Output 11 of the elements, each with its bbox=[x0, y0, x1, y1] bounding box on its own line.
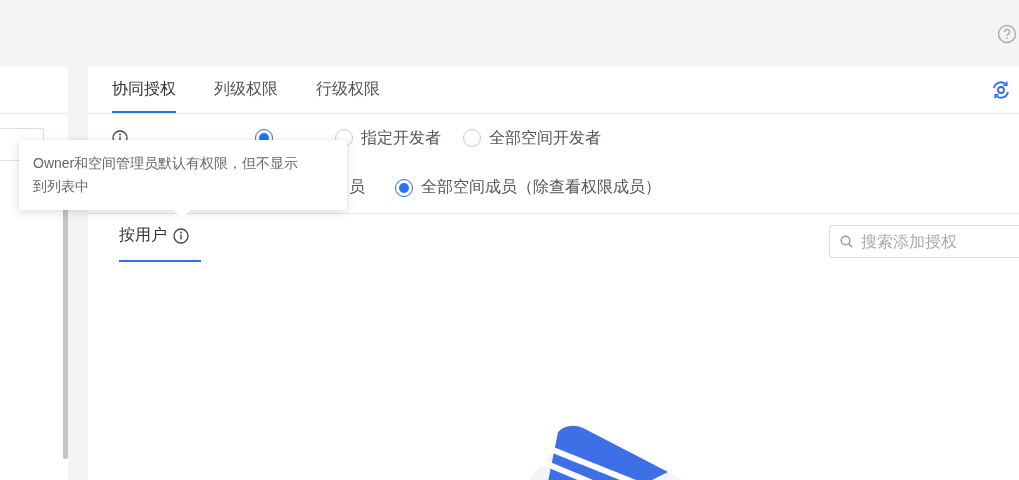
info-icon bbox=[173, 227, 189, 244]
tab[interactable]: 协同授权 bbox=[112, 67, 176, 113]
tab[interactable]: 按用户 bbox=[119, 225, 201, 262]
search-icon bbox=[840, 235, 853, 248]
radio-option[interactable]: 全部空间成员（除查看权限成员） bbox=[395, 177, 661, 198]
tab[interactable]: 行级权限 bbox=[316, 67, 380, 113]
option-label: 员 bbox=[349, 177, 365, 197]
tab[interactable]: 列级权限 bbox=[214, 67, 278, 113]
radio-option[interactable]: 全部空间开发者 bbox=[463, 127, 601, 149]
search-field[interactable]: 搜索添加授权 bbox=[829, 225, 1019, 258]
sync-settings-icon[interactable] bbox=[991, 80, 1011, 100]
